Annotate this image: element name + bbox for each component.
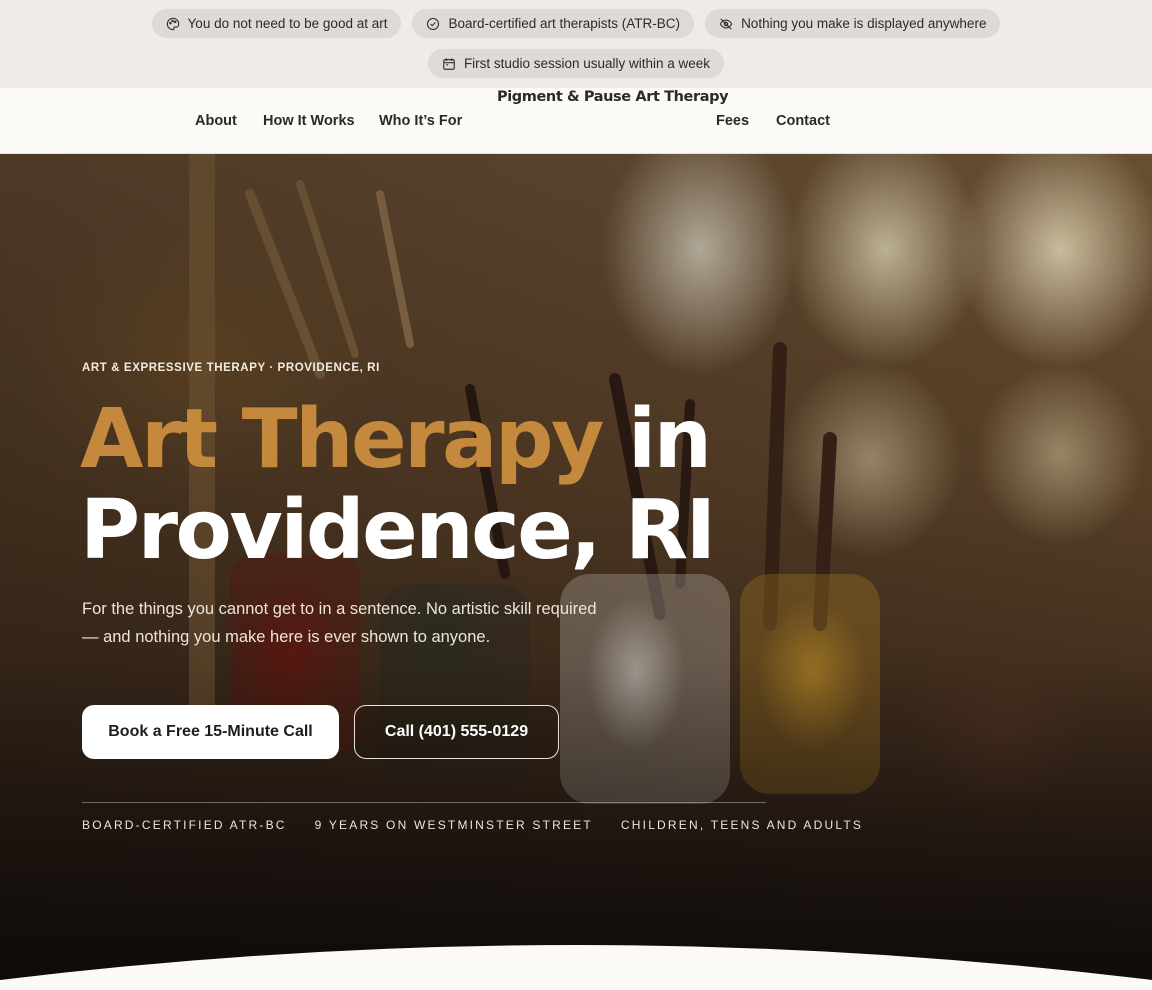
trust-row-2: First studio session usually within a we…: [427, 49, 725, 78]
trust-pill-text: Board-certified art therapists (ATR-BC): [448, 16, 681, 31]
nav-link-who-its-for[interactable]: Who It’s For: [379, 88, 462, 154]
hero-subtitle: For the things you cannot get to in a se…: [82, 600, 597, 646]
main-nav: About How It Works Who It’s For Pigment …: [0, 88, 1152, 154]
hero-headline-accent: Art Therapy: [80, 392, 605, 487]
calendar-icon: [443, 57, 455, 70]
brand-logo[interactable]: Pigment & Pause Art Therapy: [497, 88, 729, 107]
trust-pill-text: Nothing you make is displayed anywhere: [741, 16, 987, 31]
trust-pill-text: You do not need to be good at art: [187, 16, 388, 31]
nav-link-contact[interactable]: Contact: [776, 88, 830, 154]
trust-row-1: You do not need to be good at art Board-…: [151, 9, 1001, 38]
hero-headline-part-1: in: [602, 392, 712, 487]
hero-wave-divider: [0, 945, 1152, 990]
trust-pill: First studio session usually within a we…: [427, 49, 725, 78]
book-call-button[interactable]: Book a Free 15-Minute Call: [82, 705, 339, 759]
nav-link-fees[interactable]: Fees: [716, 88, 749, 154]
eye-off-icon: [719, 17, 733, 30]
hero-stats: BOARD-CERTIFIED ATR-BC 9 YEARS ON WESTMI…: [82, 818, 863, 832]
stat-item: BOARD-CERTIFIED ATR-BC: [82, 818, 287, 832]
nav-link-about[interactable]: About: [195, 88, 237, 154]
stat-item: 9 YEARS ON WESTMINSTER STREET: [314, 818, 593, 832]
hero-headline-part-2: Providence, RI: [80, 483, 716, 578]
stat-item: CHILDREN, TEENS AND ADULTS: [620, 818, 864, 832]
trust-pill: Nothing you make is displayed anywhere: [705, 9, 1001, 38]
hero-section: ART & EXPRESSIVE THERAPY · PROVIDENCE, R…: [0, 154, 1152, 990]
badge-check-icon: [427, 17, 440, 30]
trust-pill: You do not need to be good at art: [151, 9, 402, 38]
nav-link-how-it-works[interactable]: How It Works: [263, 88, 355, 154]
trust-bar: You do not need to be good at art Board-…: [0, 0, 1152, 88]
hero-eyebrow: ART & EXPRESSIVE THERAPY · PROVIDENCE, R…: [82, 362, 380, 374]
hero-divider: [82, 802, 766, 803]
trust-pill: Board-certified art therapists (ATR-BC): [412, 9, 695, 38]
trust-pill-text: First studio session usually within a we…: [463, 56, 711, 71]
hero-headline: Art Therapy in Providence, RI: [80, 394, 780, 576]
palette-icon: [166, 17, 179, 30]
call-phone-button[interactable]: Call (401) 555-0129: [354, 705, 559, 759]
